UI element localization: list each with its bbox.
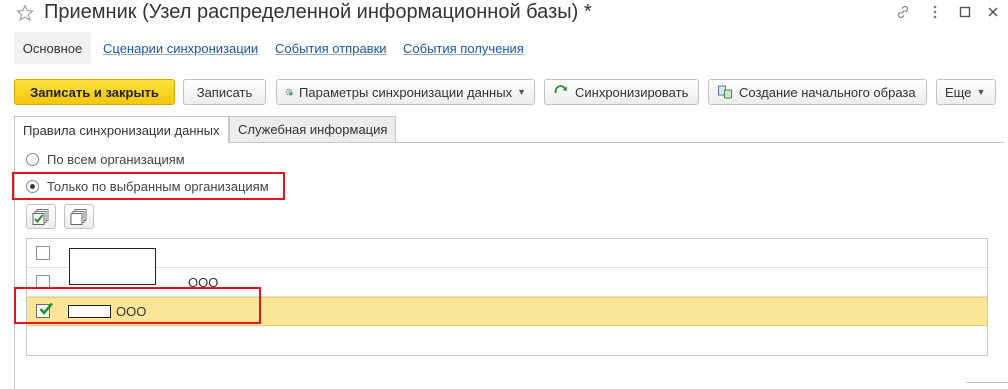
save-button[interactable]: Записать: [183, 79, 266, 105]
radio-selected-organizations-label: Только по выбранным организациям: [47, 179, 269, 194]
highlight-box: [14, 287, 261, 324]
nav-main[interactable]: Основное: [14, 32, 91, 64]
bottom-divider: [966, 382, 1008, 383]
uncheck-all-button[interactable]: [64, 204, 94, 229]
link-icon[interactable]: [893, 2, 913, 22]
sync-params-label: Параметры синхронизации данных: [299, 84, 513, 100]
synchronize-label: Синхронизировать: [575, 84, 689, 100]
radio-button-checked[interactable]: [26, 180, 39, 193]
row-checkbox[interactable]: [36, 246, 50, 260]
gear-sync-icon: [285, 88, 293, 96]
uncheck-all-icon: [70, 208, 87, 225]
refresh-icon: [554, 85, 567, 94]
more-button[interactable]: Еще ▼: [936, 79, 996, 105]
check-all-button[interactable]: [26, 204, 56, 229]
chevron-down-icon: ▼: [976, 87, 986, 97]
list-item[interactable]: [27, 239, 987, 268]
radio-all-organizations[interactable]: По всем организациям: [26, 152, 185, 167]
maximize-icon[interactable]: [955, 2, 975, 22]
sync-params-button[interactable]: Параметры синхронизации данных ▼: [276, 79, 535, 105]
check-all-icon: [32, 208, 49, 225]
save-and-close-button[interactable]: Записать и закрыть: [14, 79, 175, 105]
nav-send-events[interactable]: События отправки: [275, 41, 387, 56]
chevron-down-icon: ▼: [517, 87, 526, 97]
star-icon[interactable]: [16, 4, 34, 22]
database-copy-icon: [718, 85, 732, 99]
redacted-block: [69, 248, 156, 285]
tab-sync-rules-label: Правила синхронизации данных: [23, 122, 220, 138]
nav-receive-events[interactable]: События получения: [403, 41, 524, 56]
radio-all-organizations-label: По всем организациям: [47, 152, 185, 167]
tab-service-info[interactable]: Служебная информация: [229, 116, 396, 142]
create-initial-image-button[interactable]: Создание начального образа: [708, 79, 927, 105]
save-and-close-label: Записать и закрыть: [30, 84, 159, 100]
more-vertical-icon[interactable]: [925, 2, 945, 22]
tab-sync-rules[interactable]: Правила синхронизации данных: [14, 116, 229, 143]
nav-sync-scenarios[interactable]: Сценарии синхронизации: [103, 41, 258, 56]
radio-selected-organizations[interactable]: Только по выбранным организациям: [26, 179, 269, 194]
window-title: Приемник (Узел распределенной информацио…: [44, 1, 592, 23]
more-label: Еще: [945, 84, 972, 100]
tab-service-info-label: Служебная информация: [238, 122, 388, 137]
save-label: Записать: [196, 84, 253, 100]
create-initial-image-label: Создание начального образа: [739, 84, 916, 100]
synchronize-button[interactable]: Синхронизировать: [544, 79, 699, 105]
radio-button[interactable]: [26, 153, 39, 166]
close-icon[interactable]: [983, 2, 1003, 22]
